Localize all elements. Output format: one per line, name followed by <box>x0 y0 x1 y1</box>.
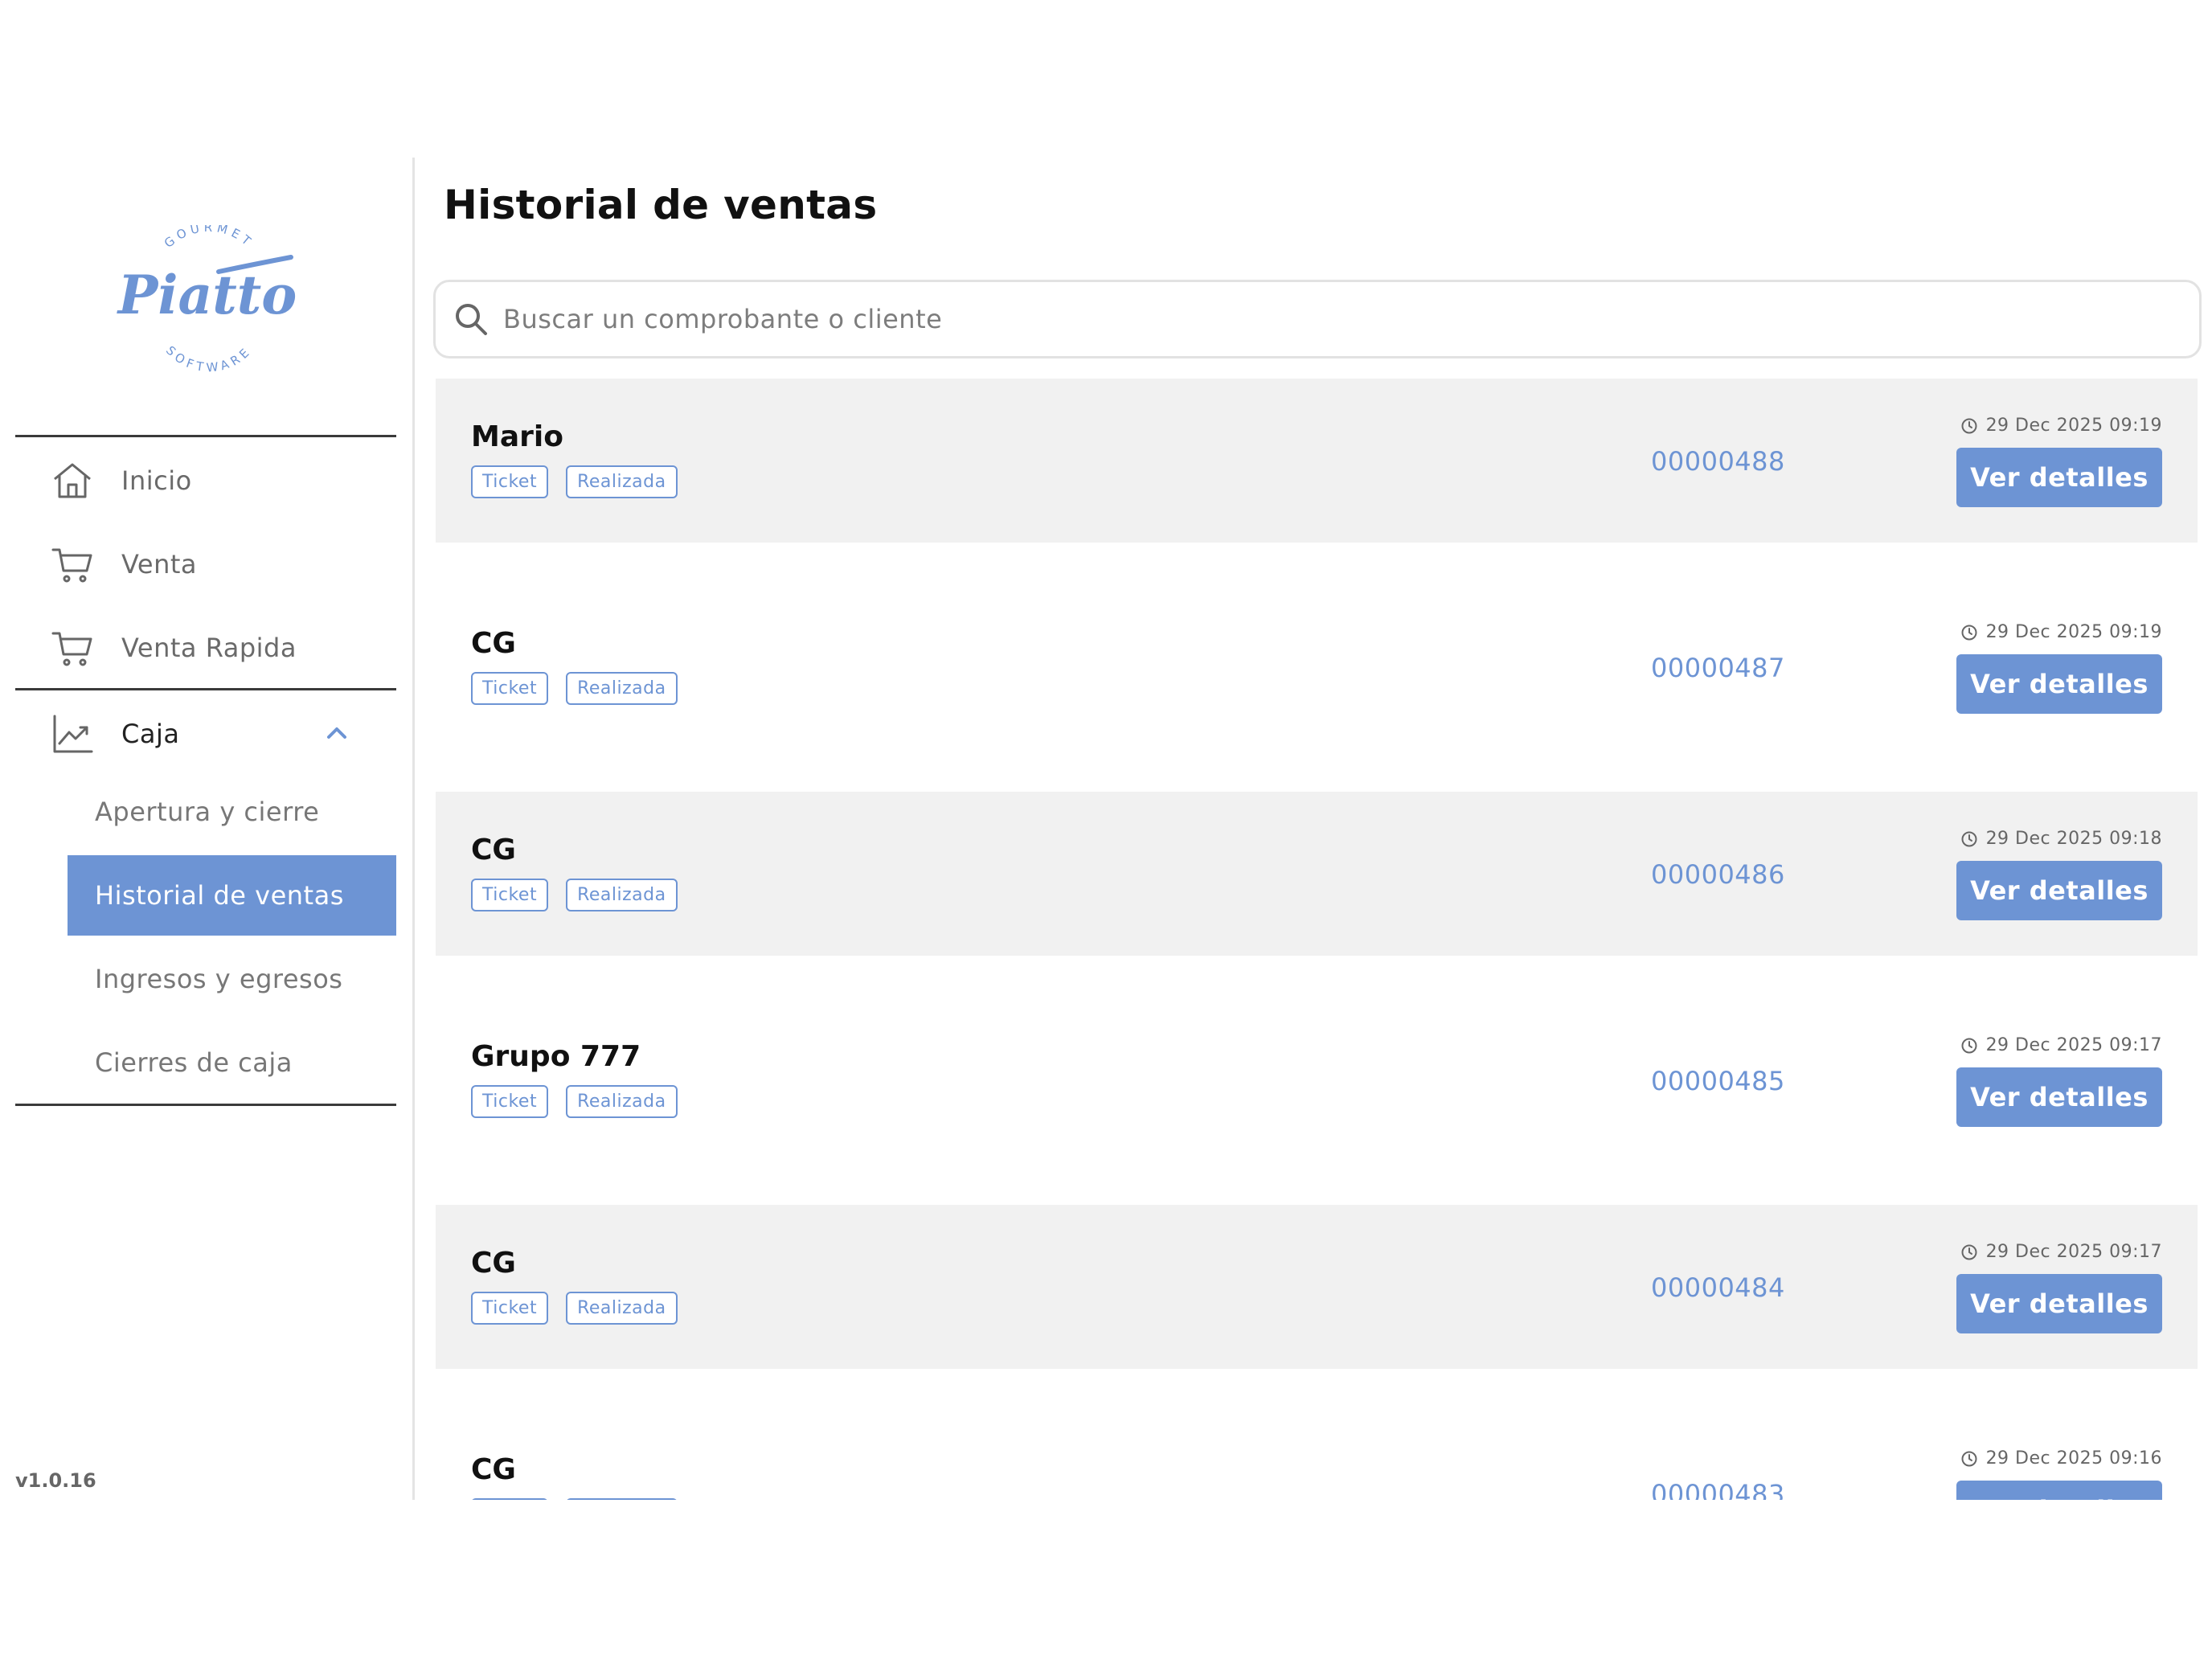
sale-row: Mario Ticket Realizada 00000488 29 Dec 2… <box>436 379 2198 543</box>
sale-datetime: 29 Dec 2025 09:18 <box>1960 829 2162 849</box>
clock-icon <box>1961 1038 1977 1053</box>
clock-icon <box>1961 831 1977 846</box>
sale-type-badge: Ticket <box>471 879 549 911</box>
sidebar-subitem-cierres[interactable]: Cierres de caja <box>68 1022 396 1103</box>
sale-date-text: 29 Dec 2025 09:19 <box>1985 416 2162 436</box>
sale-datetime: 29 Dec 2025 09:16 <box>1960 1448 2162 1469</box>
sale-type-badge: Ticket <box>471 465 549 498</box>
view-details-button[interactable]: Ver detalles <box>1956 654 2162 714</box>
sales-list: Mario Ticket Realizada 00000488 29 Dec 2… <box>436 379 2198 1500</box>
sidebar-item-label: Venta Rapida <box>121 633 297 663</box>
sale-row: CG Ticket Realizada 00000483 29 Dec 2025… <box>436 1411 2198 1500</box>
sale-client-name: Grupo 777 <box>471 1040 641 1073</box>
sale-type-badge: Ticket <box>471 1498 549 1500</box>
sidebar-divider <box>15 688 396 690</box>
sale-tags: Ticket Realizada <box>471 1292 678 1325</box>
cart-icon <box>47 623 97 673</box>
clock-icon <box>1961 625 1977 640</box>
sidebar: GOURMET Piatto SOFTWARE Inicio Venta Ven… <box>0 158 415 1500</box>
sale-receipt-number[interactable]: 00000483 <box>1651 1479 1785 1500</box>
sale-datetime: 29 Dec 2025 09:17 <box>1960 1035 2162 1055</box>
sale-client-name: Mario <box>471 420 563 453</box>
sale-tags: Ticket Realizada <box>471 672 678 705</box>
sale-client-name: CG <box>471 1247 516 1280</box>
chevron-up-icon[interactable] <box>322 719 351 748</box>
sidebar-item-venta-rapida[interactable]: Venta Rapida <box>15 612 396 684</box>
sale-datetime: 29 Dec 2025 09:19 <box>1960 622 2162 642</box>
search-bar[interactable] <box>433 280 2202 358</box>
sale-type-badge: Ticket <box>471 1085 549 1118</box>
logo-name: Piatto <box>117 264 297 326</box>
page-title: Historial de ventas <box>444 182 878 228</box>
sale-type-badge: Ticket <box>471 1292 549 1325</box>
piatto-logo: GOURMET Piatto SOFTWARE <box>104 220 313 378</box>
sidebar-subitem-historial[interactable]: Historial de ventas <box>68 855 396 936</box>
sale-receipt-number[interactable]: 00000487 <box>1651 653 1785 683</box>
sidebar-item-venta[interactable]: Venta <box>15 528 396 600</box>
search-icon <box>456 304 487 335</box>
sale-status-badge: Realizada <box>566 879 678 911</box>
search-input[interactable] <box>503 304 2111 334</box>
view-details-button[interactable]: Ver detalles <box>1956 861 2162 920</box>
chart-line-icon <box>47 709 97 759</box>
svg-text:GOURMET: GOURMET <box>162 225 256 251</box>
sale-date-text: 29 Dec 2025 09:19 <box>1985 622 2162 642</box>
sale-row: Grupo 777 Ticket Realizada 00000485 29 D… <box>436 998 2198 1162</box>
sale-date-text: 29 Dec 2025 09:16 <box>1985 1448 2162 1469</box>
view-details-button[interactable]: Ver detalles <box>1956 1274 2162 1333</box>
logo-arc-bottom: SOFTWARE <box>163 343 251 375</box>
clock-icon <box>1961 1451 1977 1466</box>
sale-status-badge: Realizada <box>566 1498 678 1500</box>
view-details-button[interactable]: Ver detalles <box>1956 448 2162 507</box>
sidebar-item-label: Inicio <box>121 465 192 496</box>
sale-type-badge: Ticket <box>471 672 549 705</box>
sale-receipt-number[interactable]: 00000484 <box>1651 1272 1785 1303</box>
sale-receipt-number[interactable]: 00000488 <box>1651 446 1785 477</box>
sidebar-item-label: Venta <box>121 549 198 580</box>
sale-date-text: 29 Dec 2025 09:18 <box>1985 829 2162 849</box>
main-content: Historial de ventas Mario Ticket Realiza… <box>417 158 2212 1500</box>
sale-tags: Ticket Realizada <box>471 879 678 911</box>
logo-arc-top: GOURMET <box>162 220 252 251</box>
sale-row: CG Ticket Realizada 00000484 29 Dec 2025… <box>436 1205 2198 1369</box>
sale-date-text: 29 Dec 2025 09:17 <box>1985 1242 2162 1262</box>
sale-row: CG Ticket Realizada 00000486 29 Dec 2025… <box>436 792 2198 956</box>
svg-text:SOFTWARE: SOFTWARE <box>163 343 255 375</box>
logo-graphic: GOURMET Piatto SOFTWARE <box>117 220 297 375</box>
sale-tags: Ticket Realizada <box>471 1498 678 1500</box>
app-window: GOURMET Piatto SOFTWARE Inicio Venta Ven… <box>0 158 2212 1500</box>
sidebar-item-caja[interactable]: Caja <box>15 698 396 770</box>
view-details-button[interactable]: Ver detalles <box>1956 1481 2162 1500</box>
sale-datetime: 29 Dec 2025 09:19 <box>1960 416 2162 436</box>
sale-receipt-number[interactable]: 00000486 <box>1651 859 1785 890</box>
sale-datetime: 29 Dec 2025 09:17 <box>1960 1242 2162 1262</box>
version-label: v1.0.16 <box>15 1469 96 1492</box>
sale-status-badge: Realizada <box>566 1292 678 1325</box>
cart-icon <box>47 539 97 589</box>
clock-icon <box>1961 418 1977 433</box>
sidebar-subitem-ingresos[interactable]: Ingresos y egresos <box>68 939 396 1019</box>
sidebar-divider <box>15 435 396 437</box>
clock-icon <box>1961 1244 1977 1260</box>
sale-receipt-number[interactable]: 00000485 <box>1651 1066 1785 1096</box>
sale-row: CG Ticket Realizada 00000487 29 Dec 2025… <box>436 585 2198 749</box>
sale-tags: Ticket Realizada <box>471 465 678 498</box>
sale-date-text: 29 Dec 2025 09:17 <box>1985 1035 2162 1055</box>
sale-client-name: CG <box>471 1453 516 1486</box>
sale-status-badge: Realizada <box>566 465 678 498</box>
sale-client-name: CG <box>471 627 516 660</box>
sidebar-divider <box>15 1104 396 1106</box>
sale-status-badge: Realizada <box>566 672 678 705</box>
sidebar-item-inicio[interactable]: Inicio <box>15 444 396 517</box>
sale-status-badge: Realizada <box>566 1085 678 1118</box>
sidebar-subitem-apertura[interactable]: Apertura y cierre <box>68 772 396 852</box>
sale-client-name: CG <box>471 834 516 866</box>
sale-tags: Ticket Realizada <box>471 1085 678 1118</box>
home-icon <box>47 456 97 506</box>
sidebar-item-label: Caja <box>121 719 180 749</box>
view-details-button[interactable]: Ver detalles <box>1956 1067 2162 1127</box>
